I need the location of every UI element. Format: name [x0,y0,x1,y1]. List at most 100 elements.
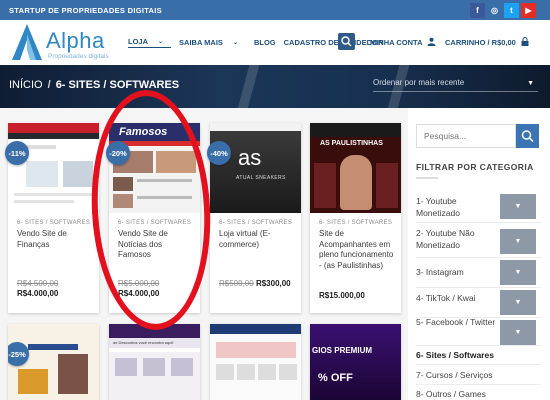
product-card[interactable]: -25% [8,324,99,400]
product-thumbnail[interactable] [8,123,99,213]
discount-badge: -11% [5,141,29,165]
product-card[interactable] [210,324,301,400]
product-thumbnail[interactable]: AS PAULISTINHAS [310,123,401,213]
cart-link[interactable]: CARRINHO / R$0,00 [445,37,529,47]
product-card[interactable]: de Descontos você encontra aqui! [109,324,200,400]
category-toggle[interactable]: ▼ [500,229,536,254]
thumb-logo: as [238,145,262,170]
category-outros-games[interactable]: 8- Outros / Games [416,388,541,400]
search-icon [521,130,534,143]
thumb-caption: % OFF [318,372,353,384]
logo-subtitle: Propriedades digitais [48,53,109,60]
alpha-logo-icon [12,24,42,60]
thumb-logo: AS PAULISTINHAS [320,140,383,147]
new-price: R$4.000,00 [17,289,59,298]
orderby-select[interactable]: Ordenar por mais recente ▼ [373,78,538,92]
product-title[interactable]: Site de Acompanhantes em pleno funcionam… [319,229,397,271]
site-logo[interactable]: Alpha Propriedades digitais [10,22,120,64]
category-sites-softwares[interactable]: 6- Sites / Softwares [416,349,541,361]
product-card[interactable]: AS PAULISTINHAS 6- SITES / SOFTWARES Sit… [310,123,401,313]
product-card[interactable]: as ATUAL SNEAKERS -40% 6- SITES / SOFTWA… [207,123,301,313]
thumb-caption: ATUAL SNEAKERS [236,175,286,181]
product-card[interactable]: -11% 6- SITES / SOFTWARES Vendo Site de … [5,123,99,313]
category-cursos-servicos[interactable]: 7- Cursos / Serviços [416,369,541,381]
new-price: R$300,00 [255,279,291,288]
category-label: 3- Instagram [416,267,464,277]
chevron-down-icon: ▼ [514,203,522,210]
product-price: R$500,00 R$300,00 [219,279,291,289]
top-bar: STARTUP DE PROPRIEDADES DIGITAIS f ◎ t ▶ [0,0,550,20]
sidebar: FILTRAR POR CATEGORIA 1- Youtube Monetiz… [408,108,550,400]
category-toggle[interactable]: ▼ [500,260,536,285]
divider [416,222,541,223]
product-price: R$15.000,00 [319,291,365,301]
divider [416,364,541,365]
category-toggle[interactable]: ▼ [500,320,536,345]
chevron-down-icon: ▼ [514,299,522,306]
thumb-logo: GIOS PREMIUM [312,346,373,355]
product-title[interactable]: Vendo Site de Finanças [17,229,95,250]
product-category[interactable]: 6- SITES / SOFTWARES [219,220,292,226]
divider [416,287,541,288]
category-toggle[interactable]: ▼ [500,194,536,219]
nav-saiba-mais-label: SAIBA MAIS [179,38,223,47]
category-label: 4- TikTok / Kwai [416,293,476,303]
category-label: 7- Cursos / Serviços [416,370,493,380]
divider [416,257,541,258]
product-thumbnail[interactable]: as ATUAL SNEAKERS [210,123,301,213]
product-category[interactable]: 6- SITES / SOFTWARES [17,220,90,226]
chevron-down-icon: ▼ [527,80,534,87]
discount-badge: -40% [207,141,231,165]
header-search-button[interactable] [338,33,355,50]
search-icon [341,36,352,47]
breadcrumb-current: 6- SITES / SOFTWARES [55,79,180,91]
user-icon [427,37,436,46]
old-price: R$4.500,00 [17,279,59,288]
product-price: R$4.500,00 R$4.000,00 [17,279,58,299]
category-label: 8- Outros / Games [416,389,486,399]
chevron-down-icon: ▼ [514,269,522,276]
chevron-down-icon: ⌄ [232,40,238,46]
instagram-icon[interactable]: ◎ [487,2,502,18]
facebook-icon[interactable]: f [470,2,485,18]
breadcrumb: INÍCIO / 6- SITES / SOFTWARES [9,79,179,91]
product-card[interactable]: GIOS PREMIUM % OFF [310,324,401,400]
category-label: 6- Sites / Softwares [416,350,494,360]
account-label: MINHA CONTA [370,38,423,47]
nav-cadastro-vendedor[interactable]: CADASTRO DE VENDEDOR [284,37,384,48]
divider [416,177,438,179]
product-category[interactable]: 6- SITES / SOFTWARES [319,220,392,226]
sidebar-search-input[interactable] [416,124,516,148]
divider [416,345,541,346]
social-links: f ◎ t ▶ [470,2,536,18]
discount-badge: -20% [106,141,130,165]
divider [416,384,541,385]
category-label: 5- Facebook / Twitter [416,317,496,327]
nav-saiba-mais[interactable]: SAIBA MAIS ⌄ [179,37,246,48]
chevron-down-icon: ▼ [514,238,522,245]
product-title[interactable]: Loja virtual (E-commerce) [219,229,297,250]
logo-name: Alpha [46,28,105,53]
orderby-value: Ordenar por mais recente [373,78,465,87]
breadcrumb-separator: / [47,79,51,91]
youtube-icon[interactable]: ▶ [521,2,536,18]
nav-blog[interactable]: BLOG [254,37,276,48]
twitter-icon[interactable]: t [504,2,519,18]
cart-label: CARRINHO / R$0,00 [445,38,516,47]
chevron-down-icon: ▼ [514,329,522,336]
chevron-down-icon: ⌄ [158,39,164,45]
top-bar-text: STARTUP DE PROPRIEDADES DIGITAIS [9,5,162,15]
page: STARTUP DE PROPRIEDADES DIGITAIS f ◎ t ▶… [0,0,550,400]
filter-title: FILTRAR POR CATEGORIA [416,162,534,172]
new-price: R$15.000,00 [319,291,365,300]
page-banner: INÍCIO / 6- SITES / SOFTWARES Ordenar po… [0,65,550,108]
site-header: Alpha Propriedades digitais LOJA ⌄ SAIBA … [0,20,550,65]
category-label: 2- Youtube Não Monetizado [416,228,475,250]
account-link[interactable]: MINHA CONTA [370,37,436,47]
breadcrumb-home[interactable]: INÍCIO [9,79,43,91]
nav-loja[interactable]: LOJA ⌄ [128,37,172,48]
sidebar-search-button[interactable] [516,124,539,148]
category-toggle[interactable]: ▼ [500,290,536,315]
old-price: R$500,00 [219,279,254,288]
lock-icon [521,37,529,46]
